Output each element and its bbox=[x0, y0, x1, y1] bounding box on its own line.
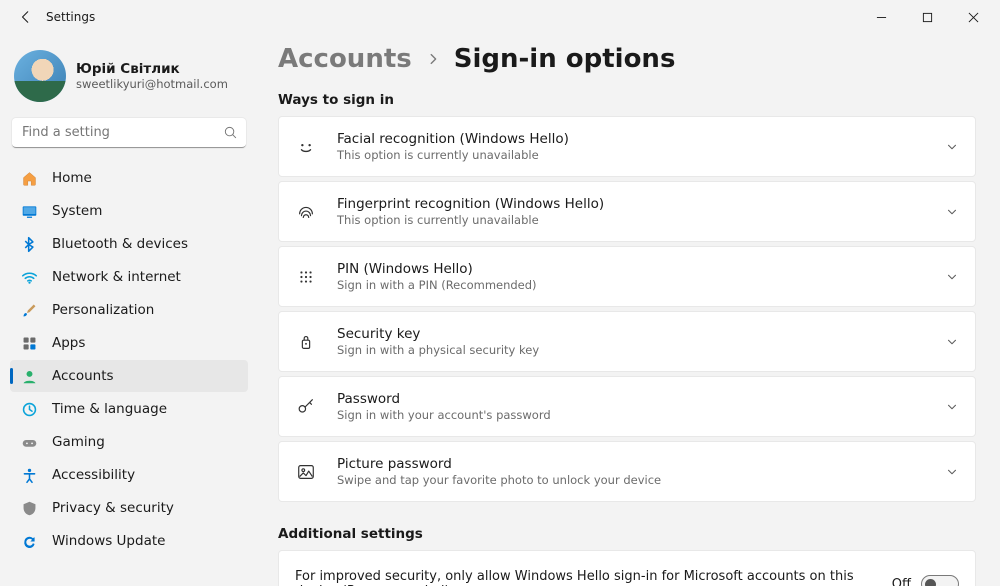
nav-item-wifi[interactable]: Network & internet bbox=[10, 261, 248, 293]
nav-item-brush[interactable]: Personalization bbox=[10, 294, 248, 326]
nav-item-gaming[interactable]: Gaming bbox=[10, 426, 248, 458]
a11y-icon bbox=[20, 466, 38, 484]
bluetooth-icon bbox=[20, 235, 38, 253]
nav-item-home[interactable]: Home bbox=[10, 162, 248, 194]
nav-item-label: Home bbox=[52, 170, 92, 186]
option-title: Picture password bbox=[337, 456, 925, 472]
user-block[interactable]: Юрій Світлик sweetlikyuri@hotmail.com bbox=[10, 44, 248, 116]
nav-item-label: Windows Update bbox=[52, 533, 165, 549]
face-icon bbox=[295, 136, 317, 158]
nav-item-label: Bluetooth & devices bbox=[52, 236, 188, 252]
pic-icon bbox=[295, 461, 317, 483]
hello-only-row[interactable]: For improved security, only allow Window… bbox=[278, 550, 976, 586]
nav-item-user[interactable]: Accounts bbox=[10, 360, 248, 392]
close-button[interactable] bbox=[950, 0, 996, 34]
page-title: Sign-in options bbox=[454, 44, 676, 74]
search-icon bbox=[223, 125, 238, 140]
signin-option-pwd[interactable]: PasswordSign in with your account's pass… bbox=[278, 376, 976, 437]
signin-option-key[interactable]: Security keySign in with a physical secu… bbox=[278, 311, 976, 372]
shield-icon bbox=[20, 499, 38, 517]
nav-item-clock[interactable]: Time & language bbox=[10, 393, 248, 425]
breadcrumb: Accounts Sign-in options bbox=[278, 44, 976, 74]
section-additional-label: Additional settings bbox=[278, 526, 976, 542]
option-subtitle: Sign in with a PIN (Recommended) bbox=[337, 278, 925, 292]
update-icon bbox=[20, 532, 38, 550]
nav-item-shield[interactable]: Privacy & security bbox=[10, 492, 248, 524]
chevron-down-icon bbox=[945, 270, 959, 284]
chevron-down-icon bbox=[945, 140, 959, 154]
breadcrumb-parent[interactable]: Accounts bbox=[278, 44, 412, 74]
sidebar: Юрій Світлик sweetlikyuri@hotmail.com Ho… bbox=[0, 34, 258, 586]
key-icon bbox=[295, 331, 317, 353]
chevron-down-icon bbox=[945, 465, 959, 479]
section-ways-label: Ways to sign in bbox=[278, 92, 976, 108]
nav-item-label: Gaming bbox=[52, 434, 105, 450]
user-email: sweetlikyuri@hotmail.com bbox=[76, 77, 228, 91]
search bbox=[12, 118, 246, 148]
user-icon bbox=[20, 367, 38, 385]
window-title: Settings bbox=[46, 10, 95, 24]
pwd-icon bbox=[295, 396, 317, 418]
toggle-state: Off bbox=[892, 577, 911, 586]
option-subtitle: This option is currently unavailable bbox=[337, 213, 925, 227]
toggle-switch[interactable] bbox=[921, 575, 959, 586]
signin-option-pin[interactable]: PIN (Windows Hello)Sign in with a PIN (R… bbox=[278, 246, 976, 307]
chevron-right-icon bbox=[426, 52, 440, 66]
nav-item-label: Network & internet bbox=[52, 269, 181, 285]
gaming-icon bbox=[20, 433, 38, 451]
signin-option-face[interactable]: Facial recognition (Windows Hello)This o… bbox=[278, 116, 976, 177]
clock-icon bbox=[20, 400, 38, 418]
signin-option-pic[interactable]: Picture passwordSwipe and tap your favor… bbox=[278, 441, 976, 502]
option-title: Password bbox=[337, 391, 925, 407]
nav-item-label: Apps bbox=[52, 335, 85, 351]
apps-icon bbox=[20, 334, 38, 352]
home-icon bbox=[20, 169, 38, 187]
back-button[interactable] bbox=[12, 3, 40, 31]
nav-item-apps[interactable]: Apps bbox=[10, 327, 248, 359]
main: Accounts Sign-in options Ways to sign in… bbox=[258, 34, 1000, 586]
chevron-down-icon bbox=[945, 335, 959, 349]
nav-item-label: Privacy & security bbox=[52, 500, 174, 516]
nav: Home System Bluetooth & devices Network & i… bbox=[10, 162, 248, 557]
minimize-button[interactable] bbox=[858, 0, 904, 34]
avatar bbox=[14, 50, 66, 102]
option-title: Facial recognition (Windows Hello) bbox=[337, 131, 925, 147]
option-subtitle: Sign in with a physical security key bbox=[337, 343, 925, 357]
nav-item-label: System bbox=[52, 203, 102, 219]
user-name: Юрій Світлик bbox=[76, 61, 228, 77]
maximize-button[interactable] bbox=[904, 0, 950, 34]
hello-only-text: For improved security, only allow Window… bbox=[295, 569, 876, 586]
titlebar: Settings bbox=[0, 0, 1000, 34]
signin-option-finger[interactable]: Fingerprint recognition (Windows Hello)T… bbox=[278, 181, 976, 242]
brush-icon bbox=[20, 301, 38, 319]
system-icon bbox=[20, 202, 38, 220]
option-title: Fingerprint recognition (Windows Hello) bbox=[337, 196, 925, 212]
option-subtitle: Sign in with your account's password bbox=[337, 408, 925, 422]
nav-item-label: Time & language bbox=[52, 401, 167, 417]
finger-icon bbox=[295, 201, 317, 223]
nav-item-a11y[interactable]: Accessibility bbox=[10, 459, 248, 491]
nav-item-bluetooth[interactable]: Bluetooth & devices bbox=[10, 228, 248, 260]
option-subtitle: Swipe and tap your favorite photo to unl… bbox=[337, 473, 925, 487]
nav-item-label: Accessibility bbox=[52, 467, 135, 483]
nav-item-system[interactable]: System bbox=[10, 195, 248, 227]
search-input[interactable] bbox=[12, 118, 246, 148]
nav-item-label: Personalization bbox=[52, 302, 154, 318]
chevron-down-icon bbox=[945, 400, 959, 414]
chevron-down-icon bbox=[945, 205, 959, 219]
nav-item-update[interactable]: Windows Update bbox=[10, 525, 248, 557]
option-title: PIN (Windows Hello) bbox=[337, 261, 925, 277]
nav-item-label: Accounts bbox=[52, 368, 114, 384]
pin-icon bbox=[295, 266, 317, 288]
option-title: Security key bbox=[337, 326, 925, 342]
option-subtitle: This option is currently unavailable bbox=[337, 148, 925, 162]
wifi-icon bbox=[20, 268, 38, 286]
